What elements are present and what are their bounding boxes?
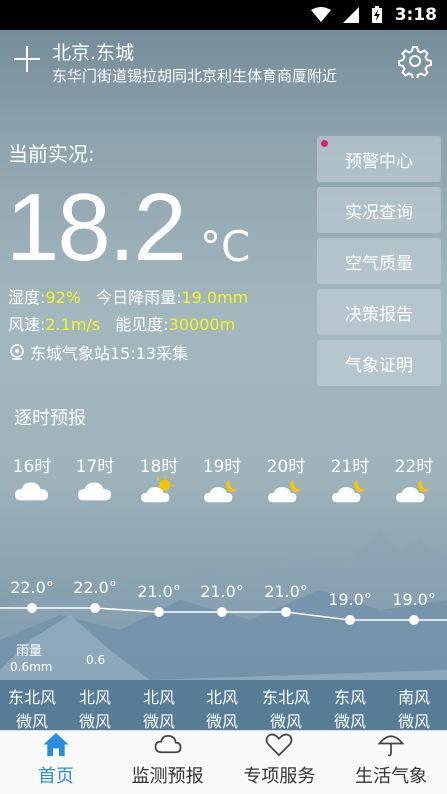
wind-direction: 北风 <box>205 688 238 707</box>
wind-level: 微风 <box>15 712 48 731</box>
rain-value: 19.0mm <box>181 288 249 307</box>
cloudy-icon <box>78 482 111 506</box>
partly-cloudy-night-icon <box>268 479 302 503</box>
wind-label: 风速: <box>8 315 46 334</box>
wifi-icon <box>310 7 331 22</box>
temperature-curve <box>0 607 447 621</box>
humidity-label: 湿度: <box>8 288 46 307</box>
station-info: 东城气象站15:13采集 <box>8 340 188 364</box>
settings-gear-icon[interactable] <box>398 44 432 78</box>
wind-level: 微风 <box>205 712 238 731</box>
visibility-label: 能见度: <box>115 315 169 334</box>
wind-direction: 北风 <box>142 688 175 707</box>
location-pin-icon <box>10 344 24 360</box>
wind-level: 微风 <box>333 712 366 731</box>
battery-icon <box>371 6 382 23</box>
partly-cloudy-night-icon <box>204 479 238 503</box>
nav-life-weather[interactable]: 生活气象 <box>335 731 447 794</box>
current-temperature: 18.2 <box>6 174 187 281</box>
home-icon <box>43 732 69 757</box>
heart-icon <box>265 733 293 757</box>
rain-label: 今日降雨量: <box>96 288 182 307</box>
observation-query-button[interactable]: 实况查询 <box>317 187 441 233</box>
bottom-navigation: 首页 监测预报 专项服务 生活气象 <box>0 730 447 794</box>
wind-direction: 北风 <box>78 688 111 707</box>
add-city-button[interactable] <box>12 44 42 74</box>
cloud-icon <box>154 734 182 754</box>
visibility-value: 30000m <box>168 315 236 334</box>
nav-label: 生活气象 <box>355 766 428 787</box>
wind-level: 微风 <box>142 712 175 731</box>
wind-visibility-line: 风速:2.1m/s 能见度:30000m <box>8 311 235 335</box>
status-time: 3:18 <box>394 5 437 25</box>
hourly-forecast-title: 逐时预报 <box>14 408 86 429</box>
nav-monitoring-forecast[interactable]: 监测预报 <box>112 731 224 794</box>
humidity-value: 92% <box>45 288 81 307</box>
side-button-label: 空气质量 <box>345 253 413 274</box>
header: 北京.东城 东华门街道锡拉胡同北京利生体育商厦附近 <box>0 30 447 96</box>
partly-cloudy-night-icon <box>332 479 366 503</box>
wind-level: 微风 <box>269 712 302 731</box>
rain-chart-value: 0.6mm <box>10 660 53 674</box>
signal-icon <box>342 7 359 23</box>
side-button-label: 决策报告 <box>345 304 413 325</box>
humidity-rain-line: 湿度:92% 今日降雨量:19.0mm <box>8 284 248 308</box>
nav-label: 专项服务 <box>243 766 316 787</box>
nav-home[interactable]: 首页 <box>0 731 112 794</box>
side-button-label: 实况查询 <box>345 202 413 223</box>
nav-label: 首页 <box>37 766 74 787</box>
partly-cloudy-day-icon <box>141 475 175 503</box>
partly-cloudy-night-icon <box>396 479 430 503</box>
wind-direction: 东北风 <box>7 688 56 707</box>
wind-level: 微风 <box>397 712 430 731</box>
warning-center-button[interactable]: 预警中心 <box>317 136 441 182</box>
wind-level: 微风 <box>78 712 111 731</box>
wind-direction: 东北风 <box>261 688 310 707</box>
nav-label: 监测预报 <box>131 766 204 787</box>
status-bar: 3:18 <box>0 0 447 30</box>
wind-direction: 东风 <box>333 688 366 707</box>
weather-certificate-button[interactable]: 气象证明 <box>317 340 441 386</box>
rain-chart-value-2: 0.6 <box>86 653 106 667</box>
air-quality-button[interactable]: 空气质量 <box>317 238 441 284</box>
nav-special-services[interactable]: 专项服务 <box>224 731 336 794</box>
side-button-label: 气象证明 <box>345 355 413 376</box>
side-button-label: 预警中心 <box>345 151 413 172</box>
cloudy-icon <box>15 482 49 506</box>
station-text: 东城气象站15:13采集 <box>30 344 189 363</box>
temperature-line <box>0 607 447 621</box>
wind-direction: 南风 <box>397 688 430 707</box>
alert-dot <box>321 140 328 147</box>
umbrella-icon <box>377 735 405 757</box>
address-text: 东华门街道锡拉胡同北京利生体育商厦附近 <box>52 67 338 85</box>
temperature-unit: °C <box>200 222 251 271</box>
wind-value: 2.1m/s <box>45 315 101 334</box>
decision-report-button[interactable]: 决策报告 <box>317 289 441 335</box>
current-label: 当前实况: <box>8 142 95 166</box>
rain-chart-label: 雨量 <box>16 644 43 659</box>
city-name: 北京.东城 <box>52 42 135 64</box>
